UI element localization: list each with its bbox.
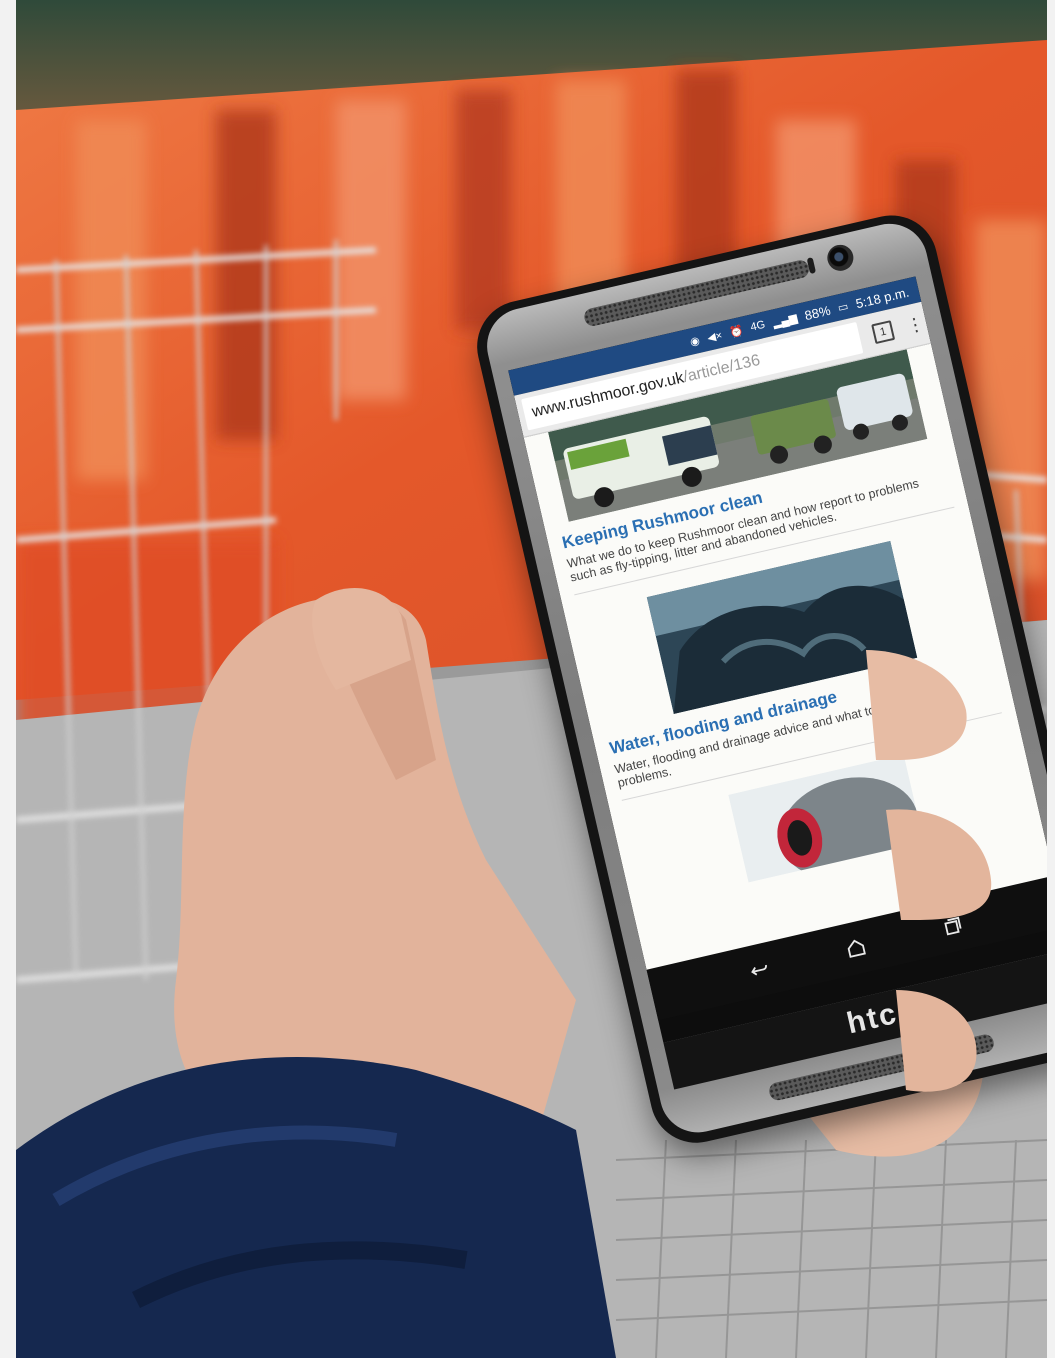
mute-icon: ◀× <box>706 329 724 345</box>
url-path: /article/136 <box>681 351 762 386</box>
article-image-worker[interactable] <box>728 754 924 883</box>
brand-logo: htc <box>843 996 901 1041</box>
overflow-menu-icon[interactable]: ⋮ <box>904 312 926 337</box>
tab-switcher-button[interactable]: 1 <box>871 320 896 345</box>
back-icon[interactable] <box>735 946 783 994</box>
home-icon[interactable] <box>832 924 880 972</box>
network-4g-icon: 4G <box>749 318 767 334</box>
eye-icon: ◉ <box>688 334 701 349</box>
signal-icon: ▂▄▆ <box>771 311 799 330</box>
recents-icon[interactable] <box>929 902 977 950</box>
battery-icon: ▭ <box>836 299 850 315</box>
alarm-icon: ⏰ <box>728 324 745 340</box>
photo-scene: ◉ ◀× ⏰ 4G ▂▄▆ 88% ▭ 5:18 p.m. www.rushmo… <box>16 0 1047 1358</box>
battery-percent: 88% <box>803 302 832 323</box>
